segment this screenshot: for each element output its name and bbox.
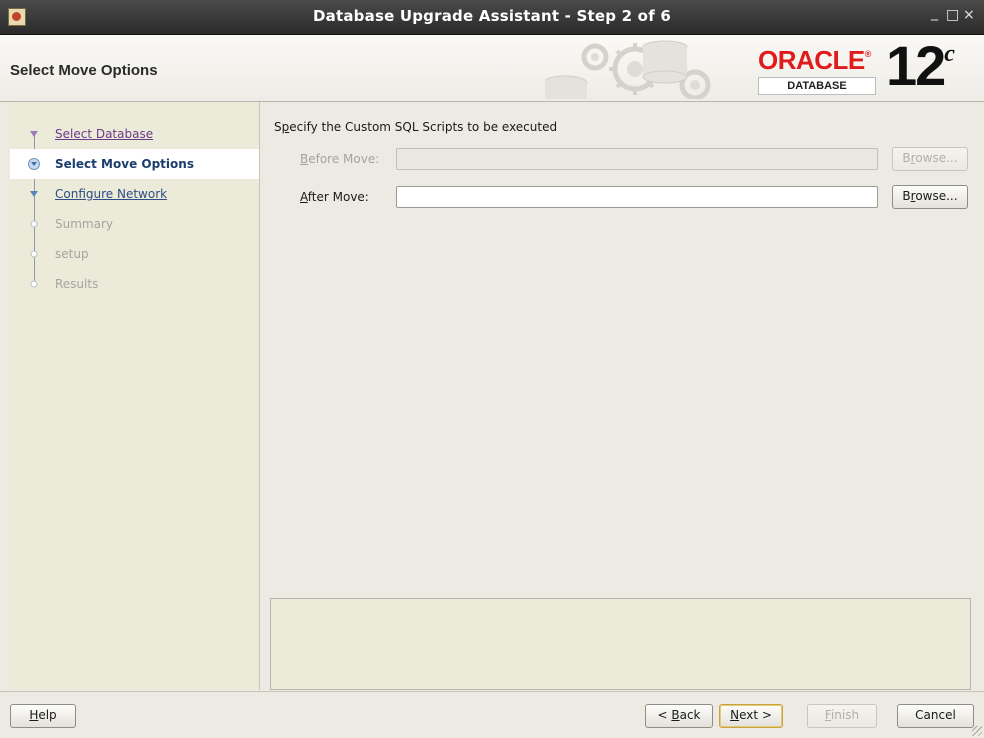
- title-bar[interactable]: Database Upgrade Assistant - Step 2 of 6…: [0, 0, 984, 35]
- before-move-label: Before Move:: [300, 152, 380, 166]
- minimize-icon[interactable]: _: [931, 5, 938, 21]
- help-button[interactable]: Help: [10, 704, 76, 728]
- back-button[interactable]: < Back: [645, 704, 713, 728]
- step-pending-icon: [30, 220, 38, 228]
- step-pending-icon: [30, 280, 38, 288]
- close-icon[interactable]: ×: [963, 7, 975, 23]
- message-panel: [270, 598, 971, 690]
- database-logo-text: DATABASE: [758, 77, 876, 95]
- page-title: Select Move Options: [10, 62, 158, 79]
- window-title: Database Upgrade Assistant - Step 2 of 6: [313, 7, 671, 25]
- resize-grip-icon[interactable]: [972, 726, 982, 736]
- step-next-icon: [30, 191, 38, 197]
- step-label: Select Database: [55, 127, 154, 141]
- step-current-icon: [28, 158, 40, 170]
- steps-sidebar: Select Database Select Move Options Conf…: [10, 102, 260, 690]
- step-label: Results: [55, 277, 99, 291]
- step-label: Select Move Options: [55, 157, 194, 171]
- step-select-database[interactable]: Select Database: [10, 119, 259, 149]
- finish-button[interactable]: Finish: [807, 704, 877, 728]
- step-select-move-options[interactable]: Select Move Options: [10, 149, 259, 179]
- before-move-input[interactable]: [396, 148, 878, 170]
- after-move-label: After Move:: [300, 190, 369, 204]
- next-button[interactable]: Next >: [719, 704, 783, 728]
- step-header: Select Move Options ORACLE® DATABASE 12c: [0, 34, 984, 102]
- cancel-button[interactable]: Cancel: [897, 704, 974, 728]
- gears-database-icon: [545, 40, 711, 99]
- step-setup: setup: [10, 239, 259, 269]
- step-label: Configure Network: [55, 187, 168, 201]
- step-done-icon: [30, 131, 38, 137]
- dbua-window: Database Upgrade Assistant - Step 2 of 6…: [0, 0, 984, 738]
- before-move-browse-button[interactable]: Browse...: [892, 147, 968, 171]
- wizard-footer: Help < Back Next > Finish Cancel: [0, 691, 984, 738]
- main-content: Specify the Custom SQL Scripts to be exe…: [260, 102, 984, 690]
- step-configure-network[interactable]: Configure Network: [10, 179, 259, 209]
- after-move-input[interactable]: [396, 186, 878, 208]
- maximize-icon[interactable]: □: [946, 7, 959, 23]
- after-move-browse-button[interactable]: Browse...: [892, 185, 968, 209]
- oracle-database-12c-logo: ORACLE® DATABASE 12c: [758, 34, 976, 97]
- step-label: Summary: [55, 217, 113, 231]
- custom-sql-scripts-heading: Specify the Custom SQL Scripts to be exe…: [274, 120, 558, 134]
- version-logo-text: 12c: [886, 34, 955, 97]
- step-pending-icon: [30, 250, 38, 258]
- step-summary: Summary: [10, 209, 259, 239]
- oracle-logo-text: ORACLE®: [758, 45, 871, 75]
- step-label: setup: [55, 247, 89, 261]
- step-results: Results: [10, 269, 259, 299]
